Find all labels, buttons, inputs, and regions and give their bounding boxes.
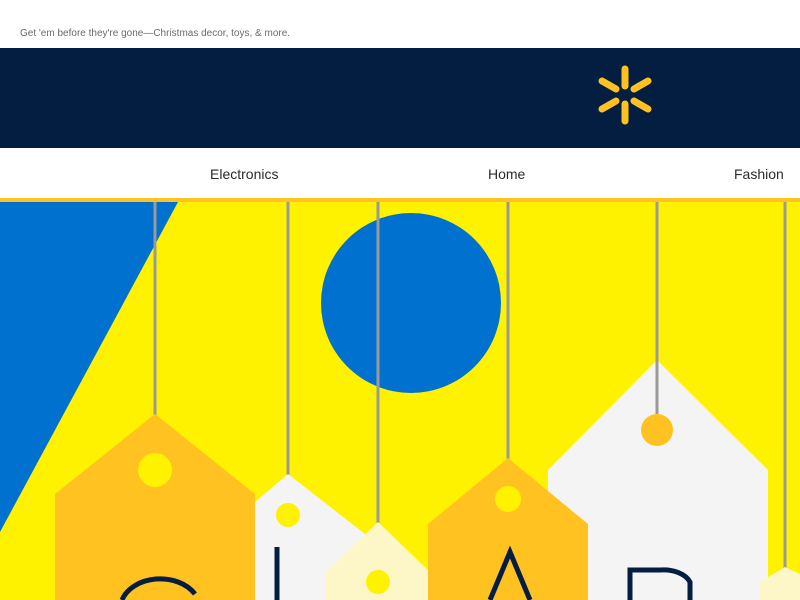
nav-item-home[interactable]: Home [488, 166, 525, 182]
spark-icon[interactable] [596, 64, 654, 126]
tag-hole [138, 453, 172, 487]
category-nav: Electronics Home Fashion [0, 148, 800, 198]
preheader-text: Get 'em before they're gone—Christmas de… [20, 28, 291, 39]
tag-hole [276, 503, 300, 527]
tag-hole [495, 486, 521, 512]
nav-item-fashion[interactable]: Fashion [734, 166, 784, 182]
blue-circle-shape [321, 213, 501, 393]
hero-illustration [0, 202, 800, 600]
hero-banner[interactable] [0, 202, 800, 600]
brand-header [0, 48, 800, 148]
orange-price-tag [55, 414, 255, 600]
preheader: Get 'em before they're gone—Christmas de… [0, 0, 800, 48]
nav-item-electronics[interactable]: Electronics [210, 166, 278, 182]
tag-hole [366, 570, 390, 594]
tag-hole [641, 414, 673, 446]
